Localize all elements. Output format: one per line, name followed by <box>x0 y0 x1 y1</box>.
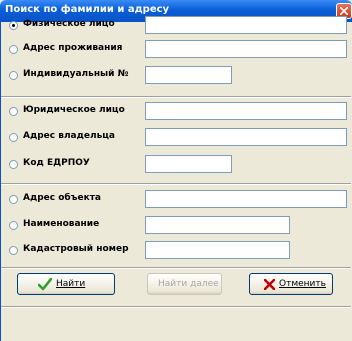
option-label-name: Наименование <box>23 219 100 229</box>
legal-entity-field[interactable] <box>145 102 347 120</box>
checkmark-icon <box>38 278 52 291</box>
radio-name[interactable] <box>9 221 18 230</box>
radio-person[interactable] <box>9 21 18 30</box>
option-row-legal-entity[interactable]: Юридическое лицо <box>1 102 351 122</box>
option-label-edrpou-code: Код ЕДРПОУ <box>23 158 90 168</box>
option-label-cadastral-number: Кадастровый номер <box>23 244 129 254</box>
option-row-object-address[interactable]: Адрес объекта <box>1 190 351 210</box>
find-button-label: Найти <box>56 279 86 289</box>
individual-number-field[interactable] <box>145 66 232 84</box>
radio-owner-address[interactable] <box>9 133 18 142</box>
button-row: Найти Найти далее Отменить <box>1 273 351 297</box>
cancel-button[interactable]: Отменить <box>249 273 333 295</box>
option-label-residence-address: Адрес проживания <box>23 43 123 53</box>
find-next-button[interactable]: Найти далее <box>147 273 222 295</box>
option-row-owner-address[interactable]: Адрес владельца <box>1 128 351 148</box>
option-row-residence-address[interactable]: Адрес проживания <box>1 40 351 60</box>
option-label-object-address: Адрес объекта <box>23 193 101 203</box>
separator <box>1 267 351 269</box>
radio-object-address[interactable] <box>9 195 18 204</box>
cadastral-number-field[interactable] <box>145 241 290 259</box>
option-label-person: Физическое лицо <box>23 19 115 29</box>
radio-individual-number[interactable] <box>9 71 18 80</box>
separator <box>1 96 351 98</box>
name-field[interactable] <box>145 216 290 234</box>
option-label-legal-entity: Юридическое лицо <box>23 105 125 115</box>
person-field[interactable] <box>145 16 347 34</box>
option-label-owner-address: Адрес владельца <box>23 131 116 141</box>
separator <box>1 183 351 185</box>
option-row-person[interactable]: Физическое лицо <box>1 16 351 36</box>
find-button[interactable]: Найти <box>17 273 115 295</box>
option-row-individual-number[interactable]: Индивидуальный № <box>1 66 351 86</box>
separator <box>1 306 351 308</box>
edrpou-code-field[interactable] <box>145 155 232 173</box>
object-address-field[interactable] <box>145 190 347 208</box>
close-icon <box>340 7 348 15</box>
radio-edrpou-code[interactable] <box>9 160 18 169</box>
cross-icon <box>264 279 275 290</box>
option-row-cadastral-number[interactable]: Кадастровый номер <box>1 241 351 261</box>
find-next-button-label: Найти далее <box>158 279 219 289</box>
residence-address-field[interactable] <box>145 40 347 58</box>
search-dialog: Поиск по фамилии и адресу Физическое лиц… <box>0 0 352 341</box>
radio-legal-entity[interactable] <box>9 107 18 116</box>
owner-address-field[interactable] <box>145 128 347 146</box>
window-title: Поиск по фамилии и адресу <box>5 4 170 15</box>
radio-cadastral-number[interactable] <box>9 246 18 255</box>
option-label-individual-number: Индивидуальный № <box>23 69 129 79</box>
option-row-edrpou-code[interactable]: Код ЕДРПОУ <box>1 155 351 175</box>
cancel-button-label: Отменить <box>279 279 326 289</box>
radio-residence-address[interactable] <box>9 45 18 54</box>
option-row-name[interactable]: Наименование <box>1 216 351 236</box>
dialog-body: Физическое лицо Адрес проживания Индивид… <box>0 16 351 341</box>
